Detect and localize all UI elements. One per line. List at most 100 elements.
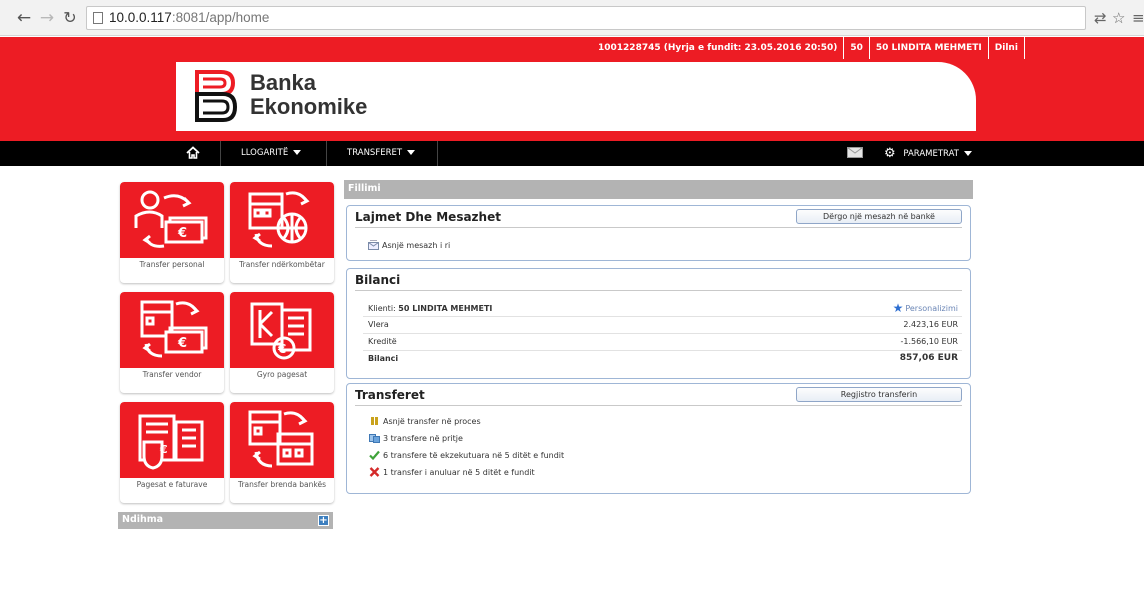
home-icon[interactable] [186,141,200,166]
divider [363,333,962,334]
transfer-status-executed[interactable]: 6 transfere të ekzekutuara në 5 ditët e … [369,450,564,460]
nav-divider [220,141,221,166]
news-empty-text: Asnjë mesazh i ri [382,240,451,250]
send-message-button[interactable]: Dërgo një mesazh në bankë [796,209,962,224]
address-bar[interactable]: 10.0.0.117:8081/app/home [86,6,1086,30]
chevron-down-icon [407,150,416,155]
divider [355,227,962,228]
forward-arrow-icon[interactable]: → [37,8,57,28]
transfer-status-text: 3 transfere në pritje [383,433,463,443]
svg-text:€: € [277,342,286,356]
personalize-label: Personalizimi [905,303,958,313]
domestic-transfer-icon: € [120,292,224,368]
balance-label-total: Bilanci [368,354,399,363]
international-transfer-icon [230,182,334,258]
transfers-title: Transferet [355,388,425,402]
balance-label-credits: Kreditë [368,337,397,346]
checkmark-icon [369,450,380,460]
transfer-status-cancelled[interactable]: 1 transfer i anuluar në 5 ditët e fundit [369,467,535,477]
chevron-down-icon [293,150,302,155]
balance-panel: Bilanci Klienti: 50 LINDITA MEHMETI ★ Pe… [346,268,971,379]
tile-personal-transfer[interactable]: € Transfer personal [120,182,224,283]
tile-bill-payments[interactable]: € Pagesat e faturave [120,402,224,503]
transfer-status-pending[interactable]: 3 transfere në pritje [369,433,463,443]
divider [355,290,962,291]
bank-logo-icon [195,70,237,122]
bill-payments-icon: € [120,402,224,478]
client-label: Klienti: [368,304,396,313]
tile-intrabank-transfer[interactable]: Transfer brenda bankës [230,402,334,503]
nav-accounts[interactable]: LLOGARITË [241,141,302,166]
help-panel-header[interactable]: Ndihma + [118,512,333,529]
giro-payments-icon: € [230,292,334,368]
client-row: Klienti: 50 LINDITA MEHMETI [368,304,492,313]
tile-label: Pagesat e faturave [136,480,208,489]
client-name: 50 LINDITA MEHMETI [398,304,493,313]
account-info: 1001228745 (Hyrja e fundit: 23.05.2016 2… [598,43,838,53]
menu-icon[interactable]: ≡ [1132,8,1144,28]
header-user-bar: 1001228745 (Hyrja e fundit: 23.05.2016 2… [592,37,1025,59]
personalize-link[interactable]: ★ Personalizimi [893,301,958,315]
tile-label: Gyro pagesat [256,370,308,379]
user-name[interactable]: 50 LINDITA MEHMETI [870,37,988,59]
back-arrow-icon[interactable]: ← [14,8,34,28]
divider [1023,37,1025,59]
tile-giro-payments[interactable]: € Gyro pagesat [230,292,334,393]
transfer-status-processing[interactable]: Asnjë transfer në proces [369,416,481,426]
svg-text:€: € [177,336,187,351]
tile-label: Transfer personal [139,260,205,269]
nav-divider [437,141,438,166]
logout-link[interactable]: Dilni [989,37,1024,59]
news-empty: Asnjë mesazh i ri [368,240,450,250]
tile-international-transfer[interactable]: Transfer ndërkombëtar [230,182,334,283]
transfers-panel: Transferet Regjistro transferin Asnjë tr… [346,383,971,494]
nav-settings[interactable]: ⚙ PARAMETRAT [884,141,972,166]
envelope-open-icon [368,240,379,250]
page-title: Fillimi [348,183,381,194]
star-icon: ★ [892,301,904,315]
balance-amount-credits: -1.566,10 EUR [900,337,958,346]
nav-transfers[interactable]: TRANSFERET [347,141,416,166]
expand-plus-icon[interactable]: + [318,515,329,526]
bank-name[interactable]: Banka Ekonomike [250,71,367,119]
tile-label: Transfer vendor [142,370,202,379]
tile-label: Transfer brenda bankës [237,480,327,489]
transfer-status-text: Asnjë transfer në proces [383,416,481,426]
intrabank-transfer-icon [230,402,334,478]
bookmark-star-icon[interactable]: ☆ [1112,8,1125,28]
personal-transfer-icon: € [120,182,224,258]
nav-divider [326,141,327,166]
chevron-down-icon [963,151,972,156]
register-transfer-button[interactable]: Regjistro transferin [796,387,962,402]
main-nav [0,141,1144,166]
page-icon [93,12,103,24]
pending-transfer-icon [369,434,380,443]
divider [363,350,962,351]
tile-domestic-transfer[interactable]: € Transfer vendor [120,292,224,393]
translate-icon[interactable]: ⇄ [1094,8,1107,28]
balance-label-value: Vlera [368,320,389,329]
reload-icon[interactable]: ↻ [60,8,80,28]
news-title: Lajmet Dhe Mesazhet [355,210,501,224]
news-panel: Lajmet Dhe Mesazhet Dërgo një mesazh në … [346,205,971,261]
mail-icon[interactable] [847,141,863,166]
svg-text:€: € [159,443,168,456]
url-text[interactable]: 10.0.0.117:8081/app/home [109,10,269,25]
page-title-bar: Fillimi [344,180,973,199]
message-count[interactable]: 50 [844,37,869,59]
balance-amount-total: 857,06 EUR [899,353,958,363]
svg-text:€: € [177,226,187,241]
balance-amount-value: 2.423,16 EUR [903,320,958,329]
bank-name-line1: Banka [250,70,317,95]
divider [355,405,962,406]
transfer-status-text: 1 transfer i anuluar në 5 ditët e fundit [383,467,535,477]
gear-icon: ⚙ [884,146,896,161]
help-label: Ndihma [122,514,164,525]
balance-title: Bilanci [355,273,401,287]
pause-icon [371,417,378,425]
cancel-x-icon [369,467,380,477]
transfer-status-text: 6 transfere të ekzekutuara në 5 ditët e … [383,450,565,460]
divider [363,316,962,317]
tile-label: Transfer ndërkombëtar [239,260,325,269]
bank-name-line2: Ekonomike [250,94,368,119]
